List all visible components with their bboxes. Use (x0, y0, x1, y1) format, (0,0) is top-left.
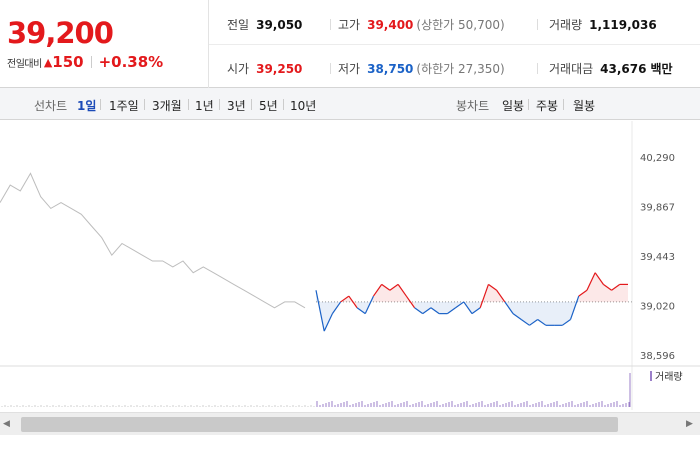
down-area (447, 301, 456, 314)
divider (537, 19, 538, 30)
y-tick-label: 39,867 (640, 202, 675, 213)
prev-day-line (0, 172, 306, 309)
footer-space (0, 435, 700, 450)
divider (90, 56, 92, 68)
down-area (439, 301, 448, 314)
tab-1day[interactable]: 1일 (77, 97, 96, 114)
divider (330, 19, 331, 30)
change-percent: +0.38% (98, 53, 164, 71)
open-price: 시가 39,250 (227, 60, 302, 77)
down-area (414, 301, 423, 314)
divider (144, 99, 145, 110)
down-area (357, 301, 366, 314)
high-value: 39,400 (367, 18, 414, 32)
low-price: 저가 38,750 (하한가 27,350) (338, 60, 505, 77)
scroll-right-arrow-icon[interactable]: ▶ (686, 418, 696, 430)
high-label: 고가 (338, 18, 361, 32)
y-tick-label: 39,443 (640, 252, 675, 263)
price-chart: 거래량 40,290 39,867 39,443 39,020 38,596 (0, 121, 700, 410)
divider (251, 99, 252, 110)
low-value: 38,750 (367, 62, 414, 76)
lower-limit: (하한가 27,350) (416, 62, 505, 76)
divider (219, 99, 220, 110)
volume-value: 1,119,036 (589, 18, 657, 32)
divider (330, 63, 331, 74)
prev-close: 전일 39,050 (227, 16, 302, 33)
down-area (422, 301, 431, 314)
prev-close-label: 전일 (227, 18, 250, 32)
price-box: 39,200 전일대비 ▲ 150 +0.38% (0, 0, 209, 88)
y-tick-label: 40,290 (640, 153, 675, 164)
y-tick-label: 39,020 (640, 301, 675, 312)
divider (283, 99, 284, 110)
up-triangle-icon: ▲ (43, 55, 53, 69)
tab-1year[interactable]: 1년 (195, 97, 214, 114)
up-area (578, 290, 587, 302)
divider (537, 63, 538, 74)
change-value: 150 (52, 53, 84, 71)
candle-chart-label: 봉차트 (456, 99, 490, 113)
volume-label: 거래량 (549, 18, 583, 32)
divider (100, 99, 101, 110)
tab-5year[interactable]: 5년 (259, 97, 278, 114)
trade-amount-value: 43,676 (600, 62, 647, 76)
price-chart-svg: 거래량 40,290 39,867 39,443 39,020 38,596 (0, 121, 700, 410)
scrollbar-thumb[interactable] (21, 417, 618, 432)
scroll-left-arrow-icon[interactable]: ◀ (3, 418, 13, 430)
tab-1week[interactable]: 1주일 (109, 97, 139, 114)
tab-3month[interactable]: 3개월 (152, 97, 182, 114)
upper-limit: (상한가 50,700) (416, 18, 505, 32)
high-price: 고가 39,400 (상한가 50,700) (338, 16, 505, 33)
tab-daily-candle[interactable]: 일봉 (502, 97, 524, 114)
chart-scrollbar[interactable]: ◀ ▶ (0, 412, 700, 435)
trade-amount-label: 거래대금 (549, 62, 594, 76)
divider (528, 99, 529, 110)
divider (188, 99, 189, 110)
divider (563, 99, 564, 110)
low-label: 저가 (338, 62, 361, 76)
y-tick-label: 38,596 (640, 351, 675, 362)
tab-3year[interactable]: 3년 (227, 97, 246, 114)
volume-legend-swatch (650, 371, 652, 381)
period-tab-bar: 선차트 1일 1주일 3개월 1년 3년 5년 10년 봉차트 일봉 주봉 월봉 (0, 88, 700, 120)
open-label: 시가 (227, 62, 250, 76)
down-area (545, 301, 555, 326)
tab-monthly-candle[interactable]: 월봉 (573, 97, 595, 114)
quote-summary: 39,200 전일대비 ▲ 150 +0.38% 전일 39,050 고가 39,4… (0, 0, 700, 88)
down-area (472, 301, 481, 314)
volume: 거래량 1,119,036 (549, 16, 657, 33)
current-price: 39,200 (7, 16, 114, 50)
change-label: 전일대비 (7, 58, 42, 70)
tab-weekly-candle[interactable]: 주봉 (536, 97, 558, 114)
tab-10year[interactable]: 10년 (290, 97, 316, 114)
down-area (554, 301, 563, 326)
line-chart-label: 선차트 (34, 99, 68, 113)
down-area (430, 301, 440, 314)
divider (209, 44, 700, 45)
prev-close-value: 39,050 (256, 18, 303, 32)
up-area (595, 272, 604, 302)
change-row: 전일대비 ▲ 150 +0.38% (7, 53, 163, 71)
up-area (619, 284, 628, 302)
trade-amount: 거래대금 43,676 백만 (549, 60, 673, 77)
volume-legend: 거래량 (655, 371, 683, 383)
open-value: 39,250 (256, 62, 303, 76)
trade-amount-unit: 백만 (650, 62, 673, 76)
